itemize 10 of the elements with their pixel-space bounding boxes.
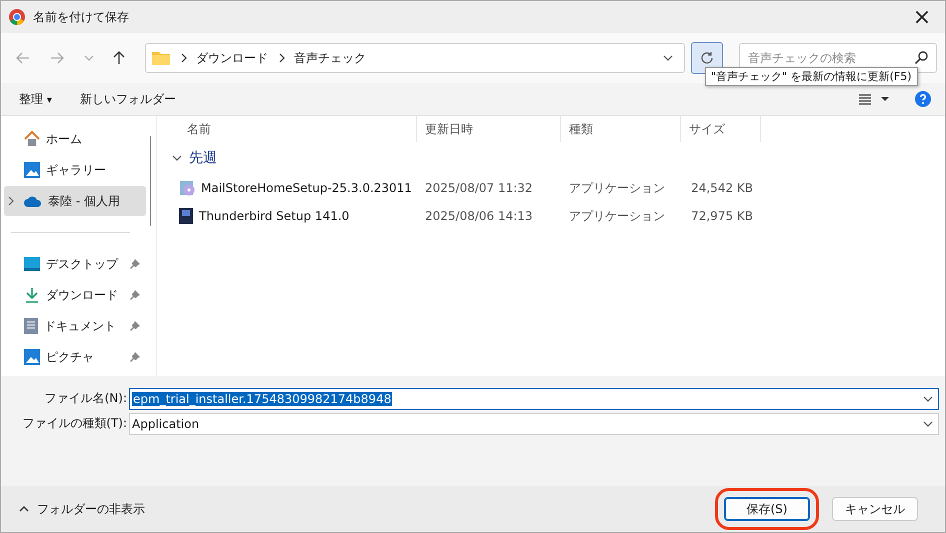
table-cell-text: 24,542 KB [690, 181, 754, 195]
table-cell-text: 72,975 KB [690, 209, 754, 223]
tooltip: "音声チェック" を最新の情報に更新(F5) [705, 67, 918, 86]
field-label: ファイル名(N): [44, 390, 128, 407]
table-cell-text: アプリケーション [568, 208, 666, 224]
table-cell-text: 2025/08/07 11:32 [424, 181, 534, 195]
table-cell-text: アプリケーション [568, 180, 666, 196]
field-label: ファイルの種類(T): [21, 415, 128, 432]
window-title: 名前を付けて保存 [33, 8, 129, 26]
table-cell-text: 2025/08/06 14:13 [424, 209, 534, 223]
